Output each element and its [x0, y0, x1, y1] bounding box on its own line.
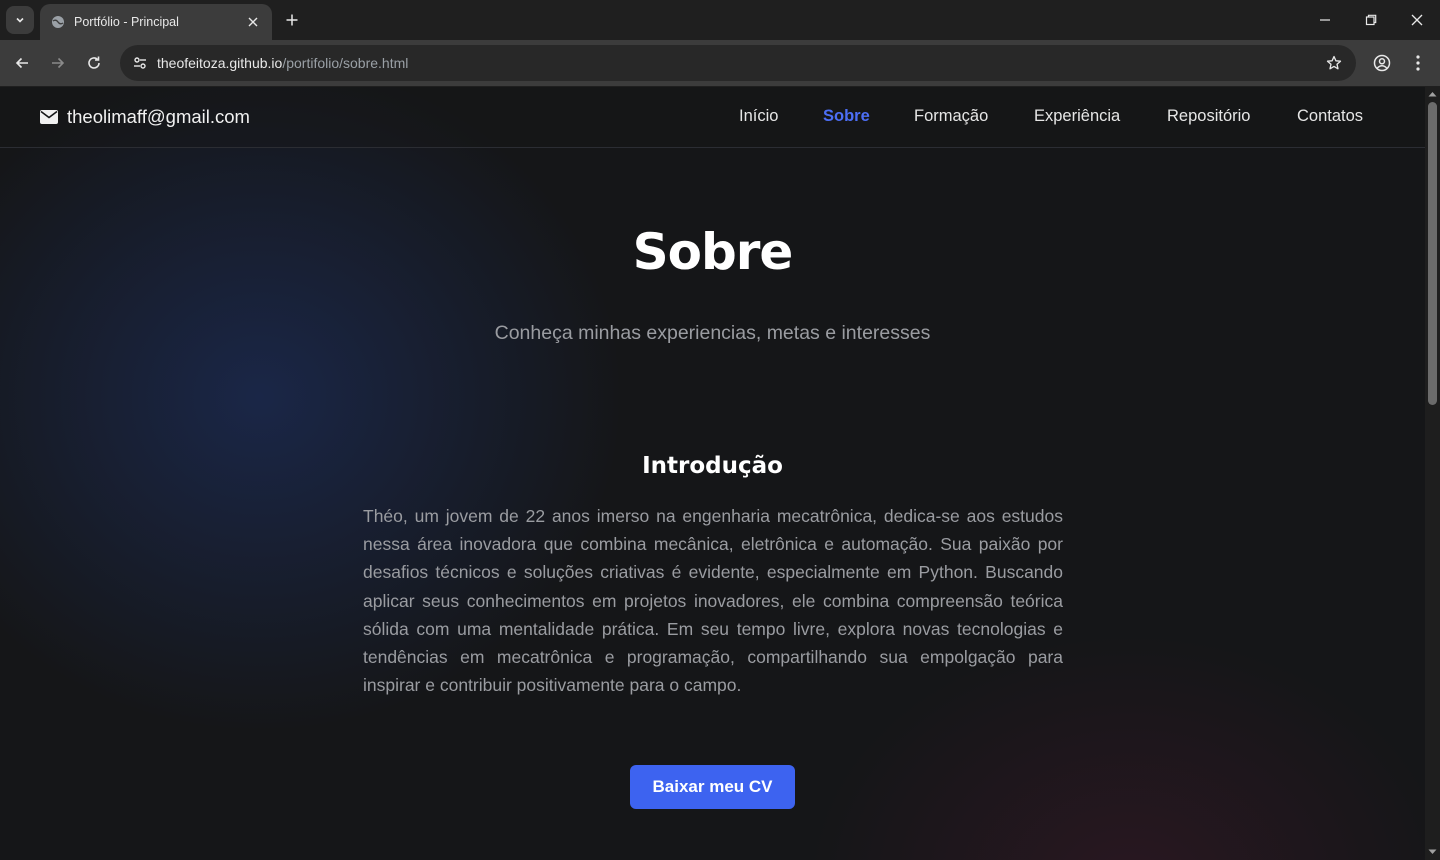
nav-sobre[interactable]: Sobre [823, 107, 870, 126]
minimize-button[interactable] [1305, 4, 1345, 36]
star-icon [1326, 55, 1342, 70]
vertical-scrollbar[interactable] [1425, 87, 1440, 860]
site-info-button[interactable] [126, 49, 154, 77]
profile-button[interactable] [1368, 49, 1396, 77]
plus-icon [286, 14, 298, 26]
browser-tab[interactable]: Portfólio - Principal [40, 4, 272, 40]
globe-icon [50, 14, 66, 30]
account-icon [1373, 54, 1391, 72]
chevron-down-icon [16, 17, 24, 23]
site-header: theolimaff@gmail.com Início Sobre Formaç… [0, 87, 1425, 148]
tune-icon [134, 57, 146, 69]
url-host: theofeitoza.github.io [157, 55, 283, 71]
close-icon [1411, 14, 1423, 26]
envelope-icon [40, 110, 58, 124]
back-button[interactable] [8, 49, 36, 77]
scroll-down-icon[interactable] [1428, 847, 1437, 856]
nav-inicio[interactable]: Início [739, 107, 778, 126]
restore-button[interactable] [1351, 4, 1391, 36]
bookmark-button[interactable] [1324, 53, 1344, 73]
new-tab-button[interactable] [280, 8, 304, 32]
address-bar[interactable]: theofeitoza.github.io/portifolio/sobre.h… [120, 45, 1356, 81]
tab-title: Portfólio - Principal [74, 15, 179, 29]
tab-search-button[interactable] [6, 6, 34, 34]
restore-icon [1365, 14, 1377, 26]
minimize-icon [1320, 19, 1330, 21]
url-path: /portifolio/sobre.html [282, 55, 409, 71]
intro-paragraph: Théo, um jovem de 22 anos imerso na enge… [363, 506, 1063, 696]
url-text: theofeitoza.github.io/portifolio/sobre.h… [157, 55, 408, 71]
download-cv-button[interactable]: Baixar meu CV [630, 765, 795, 809]
scroll-up-icon[interactable] [1428, 89, 1437, 98]
nav-experiencia[interactable]: Experiência [1034, 107, 1120, 126]
more-vertical-icon [1416, 55, 1420, 71]
browser-menu-button[interactable] [1404, 49, 1432, 77]
forward-button[interactable] [44, 49, 72, 77]
email-text: theolimaff@gmail.com [67, 106, 250, 127]
reload-icon [88, 56, 100, 69]
nav-contatos[interactable]: Contatos [1297, 107, 1363, 126]
email-link[interactable]: theolimaff@gmail.com [40, 106, 250, 128]
browser-tabstrip: Portfólio - Principal [0, 0, 1440, 40]
arrow-left-icon [15, 57, 28, 69]
section-title: Introdução [642, 453, 783, 479]
arrow-right-icon [52, 57, 65, 69]
page-subtitle: Conheça minhas experiencias, metas e int… [494, 322, 931, 344]
nav-formacao[interactable]: Formação [914, 107, 988, 126]
page-viewport: theolimaff@gmail.com Início Sobre Formaç… [0, 87, 1425, 860]
page-title: Sobre [632, 223, 794, 281]
scrollbar-thumb[interactable] [1428, 102, 1437, 405]
nav-repositorio[interactable]: Repositório [1167, 107, 1250, 126]
reload-button[interactable] [80, 49, 108, 77]
close-window-button[interactable] [1397, 4, 1437, 36]
close-tab-icon[interactable] [244, 13, 262, 31]
browser-toolbar: theofeitoza.github.io/portifolio/sobre.h… [0, 40, 1440, 86]
